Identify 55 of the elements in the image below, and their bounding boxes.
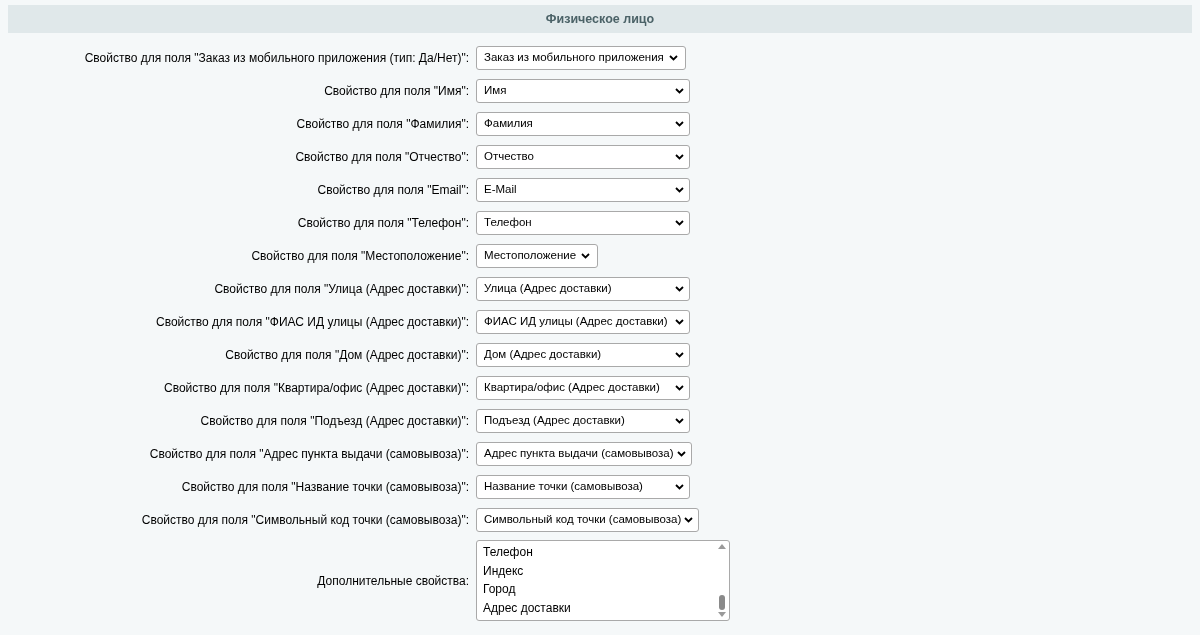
caret-icon (675, 352, 684, 358)
caret-icon (676, 451, 686, 457)
list-option[interactable]: Индекс (483, 561, 715, 580)
caret-icon (675, 484, 684, 490)
field-label: Свойство для поля "Улица (Адрес доставки)": (214, 282, 469, 296)
caret-icon (675, 121, 684, 127)
field-label: Свойство для поля "Название точки (самовывоза)": (181, 480, 469, 494)
caret-icon (675, 319, 684, 325)
caret-icon (675, 187, 684, 193)
multi-select-list[interactable]: Телефон Индекс Город Адрес доставки (476, 540, 730, 621)
dropdown[interactable]: Название точки (самовывоза) (476, 475, 690, 499)
dropdown[interactable]: Дом (Адрес доставки) (476, 343, 690, 367)
field-label: Дополнительные свойства: (317, 573, 469, 588)
scroll-thumb[interactable] (719, 595, 725, 610)
field-label: Свойство для поля "Местоположение": (251, 249, 469, 263)
field-label: Свойство для поля "Символьный код точки (самовывоза)": (141, 513, 469, 527)
field-label: Свойство для поля "Имя": (324, 84, 469, 98)
field-label: Свойство для поля "Подъезд (Адрес доставки)": (200, 414, 469, 428)
field-label: Свойство для поля "Фамилия": (296, 117, 469, 131)
dropdown[interactable]: E-Mail (476, 178, 690, 202)
dropdown[interactable]: Местоположение (476, 244, 599, 268)
dropdown[interactable]: ФИАС ИД улицы (Адрес доставки) (476, 310, 690, 334)
caret-icon (675, 385, 684, 391)
section-title: Физическое лицо (545, 10, 655, 28)
field-label: Свойство для поля "Email": (317, 183, 469, 197)
caret-icon (684, 517, 694, 523)
dropdown[interactable]: Отчество (476, 145, 690, 169)
field-label: Свойство для поля "ФИАС ИД улицы (Адрес доставки)": (155, 315, 469, 329)
dropdown[interactable]: Подъезд (Адрес доставки) (476, 409, 690, 433)
field-label: Свойство для поля "Телефон": (297, 216, 469, 230)
caret-icon (675, 88, 684, 94)
field-label: Свойство для поля "Адрес пункта выдачи (самовывоза)": (149, 447, 469, 461)
field-label: Свойство для поля "Квартира/офис (Адрес доставки)": (164, 381, 469, 395)
list-option[interactable]: Город (483, 580, 715, 599)
dropdown[interactable]: Телефон (476, 211, 690, 235)
field-label: Свойство для поля "Отчество": (295, 150, 469, 164)
dropdown[interactable]: Квартира/офис (Адрес доставки) (476, 376, 690, 400)
field-label: Свойство для поля "Дом (Адрес доставки)": (225, 348, 469, 362)
caret-icon (668, 55, 678, 61)
caret-icon (675, 418, 684, 424)
dropdown[interactable]: Заказ из мобильного приложения (476, 46, 686, 70)
dropdown[interactable]: Фамилия (476, 112, 690, 136)
dropdown[interactable]: Улица (Адрес доставки) (476, 277, 690, 301)
scroll-down-icon[interactable] (718, 612, 726, 617)
field-label: Свойство для поля "Заказ из мобильного приложения (тип: Да/Нет)": (84, 51, 469, 65)
caret-icon (675, 154, 684, 160)
dropdown[interactable]: Адрес пункта выдачи (самовывоза) (476, 442, 692, 466)
scroll-up-icon[interactable] (718, 544, 726, 549)
caret-icon (675, 220, 684, 226)
caret-icon (581, 253, 591, 259)
caret-icon (675, 286, 684, 292)
list-option[interactable]: Телефон (483, 543, 715, 562)
dropdown[interactable]: Имя (476, 79, 690, 103)
dropdown[interactable]: Символьный код точки (самовывоза) (476, 508, 700, 532)
list-option[interactable]: Адрес доставки (483, 598, 715, 617)
